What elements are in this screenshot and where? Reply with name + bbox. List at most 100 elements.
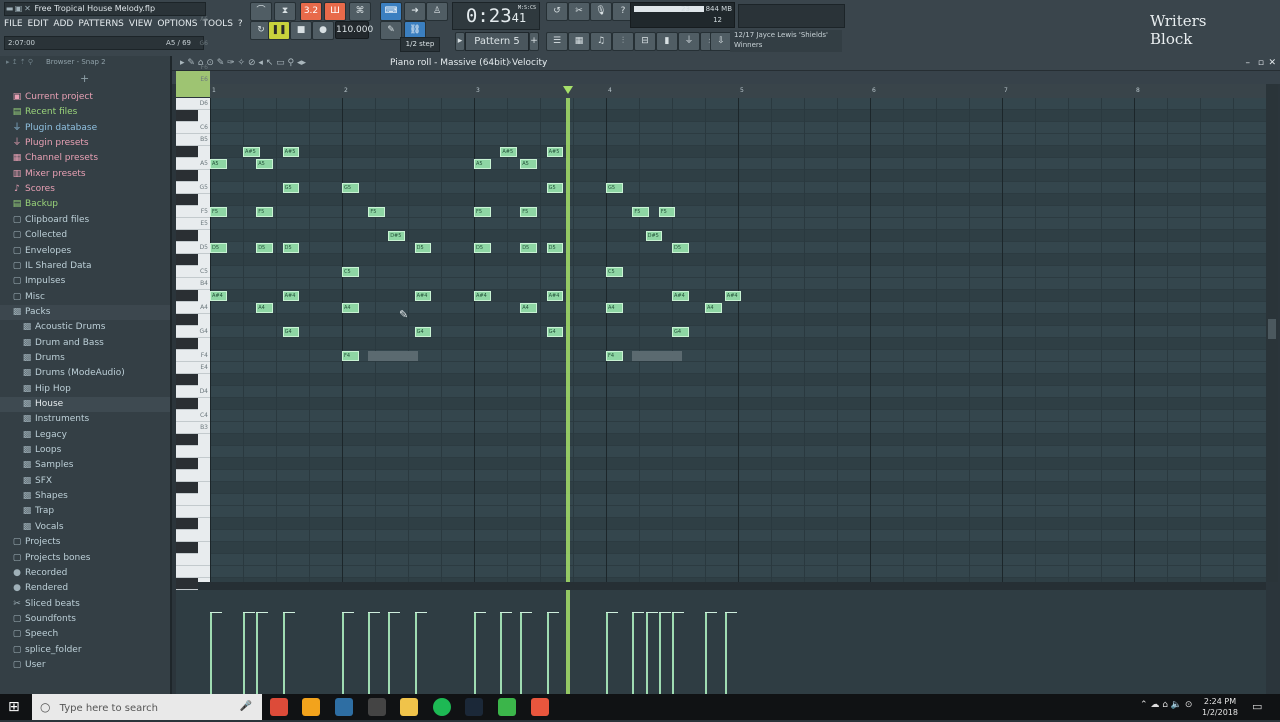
piano-key-white[interactable] xyxy=(176,554,210,566)
stop-button[interactable]: ■ xyxy=(290,21,312,40)
note[interactable]: A4 xyxy=(705,303,722,313)
vertical-scrollbar[interactable] xyxy=(1266,84,1278,582)
note[interactable]: A4 xyxy=(606,303,623,313)
velocity-bar[interactable] xyxy=(368,612,371,694)
browser-item[interactable]: ▩ Drum and Bass xyxy=(0,336,170,351)
minimize-icon[interactable]: ▬ xyxy=(5,3,14,15)
piano-keyboard[interactable]: D7C7B6A6G6F6E6D6C6B5A5G5F5E5D5C5B4A4G4F4… xyxy=(176,16,210,590)
window-minimize-icon[interactable]: – xyxy=(1246,56,1251,70)
pen-icon[interactable]: ✎ xyxy=(380,21,402,40)
note[interactable]: A#4 xyxy=(546,291,564,301)
song-time-display[interactable]: 0:2341 M:S:CS xyxy=(452,2,540,30)
browser-item[interactable]: ▢ Collected xyxy=(0,228,170,243)
browser-item[interactable]: ▤ Recent files xyxy=(0,105,170,120)
note[interactable]: C5 xyxy=(606,267,623,277)
browser-item[interactable]: ▩ Samples xyxy=(0,458,170,473)
restore-icon[interactable]: ▣ xyxy=(14,3,23,15)
note[interactable]: A5 xyxy=(256,159,273,169)
note[interactable]: A5 xyxy=(474,159,491,169)
browser-item[interactable]: ▤ Backup xyxy=(0,197,170,212)
browser-item[interactable]: ▢ Envelopes xyxy=(0,244,170,259)
velocity-bar[interactable] xyxy=(658,612,661,694)
velocity-bar[interactable] xyxy=(632,612,635,694)
note[interactable]: A#5 xyxy=(243,147,260,157)
mic-icon[interactable]: 🎙 xyxy=(590,2,612,21)
note[interactable]: A5 xyxy=(210,159,227,169)
piano-roll-titlebar[interactable]: ▸ ✎ ⌂ ⊙ ✎ ✑ ✧ ⊘ ◂ ↖ ▭ ⚲ ◂▸ Piano roll - … xyxy=(172,56,1280,71)
piano-key-white[interactable] xyxy=(176,494,210,506)
piano-key-black[interactable] xyxy=(176,374,198,386)
velocity-bar[interactable] xyxy=(256,612,259,694)
note[interactable]: F5 xyxy=(474,207,491,217)
note[interactable]: A#5 xyxy=(500,147,517,157)
channel-rack-icon[interactable]: ▦ xyxy=(568,32,590,51)
velocity-bar[interactable] xyxy=(474,612,476,694)
playhead[interactable] xyxy=(566,98,571,582)
browser-item[interactable]: ▩ Hip Hop xyxy=(0,382,170,397)
browser-item[interactable]: ▩ SFX xyxy=(0,474,170,489)
project-title-bar[interactable]: ▬▣ ✕ Free Tropical House Melody.flp xyxy=(4,2,206,16)
mixer-icon[interactable]: ⫶ xyxy=(612,32,634,51)
window-maximize-icon[interactable]: ▫ xyxy=(1258,56,1264,70)
piano-key-black[interactable] xyxy=(176,110,198,122)
menu-help[interactable]: ? xyxy=(238,19,243,29)
tray-icons[interactable]: ⌃ ☁ ⌂ 🔈 ⊙ xyxy=(1140,700,1192,710)
piano-key-black[interactable] xyxy=(176,458,198,470)
windows-start-icon[interactable]: ⊞ xyxy=(8,699,24,715)
camtasia-app-icon[interactable] xyxy=(498,698,516,716)
browser-item[interactable]: ● Rendered xyxy=(0,581,170,596)
note[interactable]: F5 xyxy=(520,207,537,217)
note[interactable]: A4 xyxy=(256,303,273,313)
note[interactable]: D5 xyxy=(282,243,300,253)
piano-key-black[interactable] xyxy=(176,542,198,554)
note[interactable]: D5 xyxy=(256,243,273,253)
piano-roll-icon[interactable]: ♫ xyxy=(590,32,612,51)
browser-add-icon[interactable]: + xyxy=(80,72,89,85)
blend-notes-button[interactable]: ⌘ xyxy=(349,2,371,21)
browser-item[interactable]: ▩ Drums xyxy=(0,351,170,366)
menu-patterns[interactable]: PATTERNS xyxy=(78,19,124,29)
piano-key-black[interactable] xyxy=(176,290,198,302)
velocity-bar[interactable] xyxy=(705,612,707,694)
piano-key-black[interactable] xyxy=(176,146,198,158)
piano-key-black[interactable] xyxy=(176,578,198,590)
browser-item[interactable]: ⏚ Plugin presets xyxy=(0,136,170,151)
piano-key-white[interactable] xyxy=(176,566,210,578)
piano-key-black[interactable] xyxy=(176,434,198,446)
note[interactable]: G5 xyxy=(342,183,359,193)
browser-item[interactable]: ▥ Mixer presets xyxy=(0,167,170,182)
note[interactable]: G4 xyxy=(672,327,689,337)
browser-item[interactable]: ▩ Drums (ModeAudio) xyxy=(0,366,170,381)
note[interactable]: D5 xyxy=(672,243,689,253)
browser-item[interactable]: ▢ Projects bones xyxy=(0,551,170,566)
menu-view[interactable]: VIEW xyxy=(129,19,152,29)
velocity-bar[interactable] xyxy=(672,612,674,694)
browser-item[interactable]: ▣ Current project xyxy=(0,90,170,105)
browser-item[interactable]: ▩ Legacy xyxy=(0,428,170,443)
tempo-display[interactable]: 110.000 xyxy=(335,21,373,39)
note[interactable]: A#5 xyxy=(282,147,300,157)
browser-item[interactable]: ▢ splice_folder xyxy=(0,643,170,658)
note[interactable]: A#4 xyxy=(724,291,742,301)
browser-item[interactable]: ▢ Projects xyxy=(0,535,170,550)
piano-key-black[interactable] xyxy=(176,338,198,350)
piano-roll-tools[interactable]: ▸ ✎ ⌂ ⊙ ✎ ✑ ✧ ⊘ ◂ ↖ ▭ ⚲ ◂▸ xyxy=(180,58,306,68)
browser-item[interactable]: ▢ Soundfonts xyxy=(0,612,170,627)
note[interactable]: G4 xyxy=(546,327,564,337)
cut-icon[interactable]: ✂ xyxy=(568,2,590,21)
event-editor-divider[interactable] xyxy=(176,582,1266,590)
plug-icon[interactable]: ⏚ xyxy=(678,32,700,51)
note[interactable]: D5 xyxy=(210,243,227,253)
spotify-app-icon[interactable] xyxy=(433,698,451,716)
note[interactable]: G4 xyxy=(414,327,432,337)
velocity-bar[interactable] xyxy=(388,612,391,694)
menu-options[interactable]: OPTIONS xyxy=(157,19,197,29)
pattern-add-icon[interactable]: + xyxy=(529,32,539,51)
note[interactable]: A5 xyxy=(520,159,537,169)
browser-item[interactable]: ▢ Speech xyxy=(0,627,170,642)
piano-key-black[interactable] xyxy=(176,482,198,494)
file-explorer-icon[interactable] xyxy=(400,698,418,716)
note[interactable]: G5 xyxy=(606,183,623,193)
velocity-bar[interactable] xyxy=(724,612,727,694)
pause-button[interactable]: ❚❚ xyxy=(268,21,290,40)
